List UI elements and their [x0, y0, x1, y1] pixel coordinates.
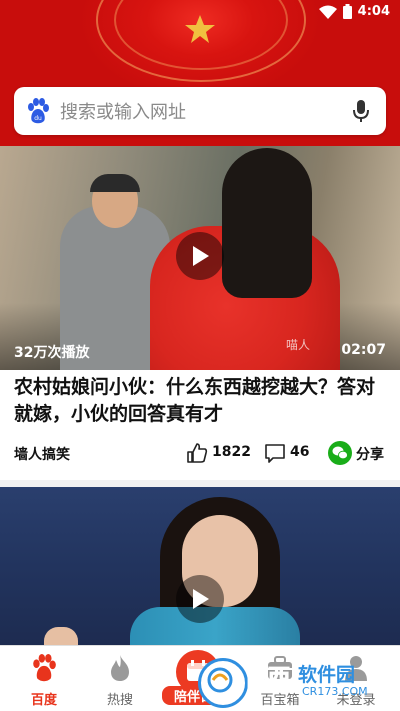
status-time: 4:04	[357, 4, 390, 19]
baidu-paw-icon: du	[28, 98, 49, 124]
hair	[222, 148, 312, 298]
watermark-name: 软件园	[298, 664, 356, 686]
nav-label: 百度	[30, 693, 57, 708]
article-title[interactable]: 农村姑娘问小伙：什么东西越挖越大？答对就嫁，小伙的回答真有才	[14, 374, 386, 428]
author-name[interactable]: 墙人搞笑	[14, 444, 70, 464]
play-icon	[193, 589, 209, 609]
thumbs-up-icon[interactable]	[186, 442, 208, 464]
video-duration: 02:07	[341, 342, 386, 358]
nav-item-baidu[interactable]: 百度	[4, 646, 84, 711]
comment-icon[interactable]	[264, 442, 286, 464]
video-thumbnail-2[interactable]	[0, 487, 400, 647]
like-count: 1822	[212, 444, 251, 460]
raised-hand	[44, 627, 78, 647]
wechat-icon[interactable]	[328, 441, 352, 465]
microphone-icon[interactable]	[352, 99, 370, 123]
header-banner: 4:04 du 搜索或输入网址	[0, 0, 400, 146]
cap	[90, 174, 140, 192]
play-icon	[193, 246, 209, 266]
video-thumbnail[interactable]: 32万次播放 02:07 喵人	[0, 146, 400, 370]
nav-item-hot[interactable]: 热搜	[80, 646, 160, 711]
play-count: 32万次播放	[14, 345, 90, 361]
watermark-brand: 西西	[245, 666, 291, 692]
comment-count: 46	[290, 444, 310, 460]
wifi-icon	[318, 5, 337, 19]
flame-icon	[111, 655, 129, 681]
status-bar: 4:04	[0, 0, 400, 26]
play-button-2[interactable]	[176, 575, 224, 623]
site-watermark-logo: 西西 软件园 CR173.COM	[198, 658, 384, 708]
share-button[interactable]: 分享	[356, 444, 384, 464]
watermark-badge	[198, 658, 248, 708]
play-button[interactable]	[176, 232, 224, 280]
meta-row: 墙人搞笑 1822 46 分享	[0, 441, 400, 466]
svg-text:du: du	[34, 115, 42, 122]
paw-icon	[33, 654, 56, 682]
search-input[interactable]: 搜索或输入网址	[60, 98, 352, 124]
watermark-domain: CR173.COM	[302, 685, 368, 698]
video-watermark: 喵人	[286, 338, 311, 352]
watermark-globe-icon	[207, 667, 233, 693]
search-bar[interactable]: du 搜索或输入网址	[14, 87, 386, 135]
nav-label: 热搜	[106, 693, 133, 708]
battery-icon	[342, 4, 352, 19]
feed-item[interactable]: 农村姑娘问小伙：什么东西越挖越大？答对就嫁，小伙的回答真有才 墙人搞笑 1822…	[0, 370, 400, 480]
